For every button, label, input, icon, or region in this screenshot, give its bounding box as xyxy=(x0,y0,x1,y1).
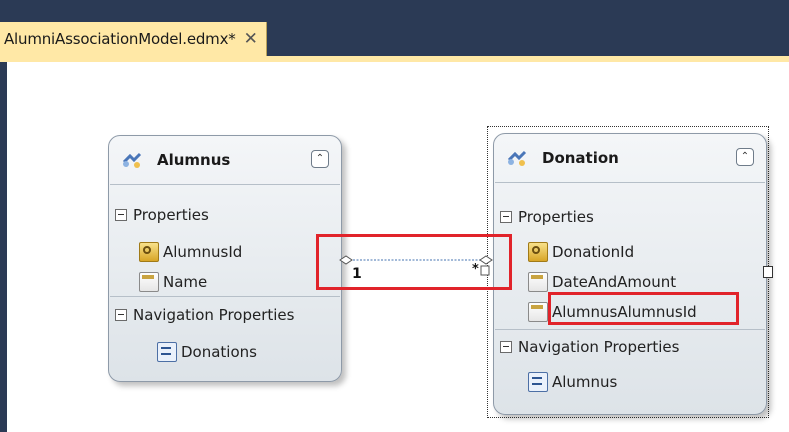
section-label: Properties xyxy=(133,206,209,224)
property-item[interactable]: AlumnusId xyxy=(139,240,242,264)
property-label: DateAndAmount xyxy=(552,273,677,291)
key-property-icon xyxy=(528,242,548,262)
properties-section[interactable]: Properties xyxy=(500,204,594,230)
property-item[interactable]: Name xyxy=(139,270,207,294)
section-label: Navigation Properties xyxy=(518,338,680,356)
navigation-property-item[interactable]: Donations xyxy=(157,340,257,364)
property-icon xyxy=(528,272,548,292)
property-label: AlumnusId xyxy=(163,243,243,261)
navigation-property-icon xyxy=(528,372,548,392)
collapse-section-icon[interactable] xyxy=(115,309,127,321)
navigation-properties-section[interactable]: Navigation Properties xyxy=(115,302,294,328)
document-tab[interactable]: AlumniAssociationModel.edmx* ✕ xyxy=(0,22,267,56)
entity-header: Alumnus ⌃ xyxy=(109,136,341,184)
navigation-property-icon xyxy=(157,342,177,362)
property-label: DonationId xyxy=(552,243,635,261)
highlight-association-box xyxy=(316,234,512,290)
navigation-property-label: Alumnus xyxy=(552,373,618,391)
resize-handle[interactable] xyxy=(763,266,773,278)
section-label: Properties xyxy=(518,208,594,226)
collapse-icon[interactable]: ⌃ xyxy=(736,148,754,166)
document-tab-title: AlumniAssociationModel.edmx* xyxy=(4,30,236,48)
entity-icon xyxy=(121,149,143,171)
entity-icon xyxy=(506,147,528,169)
properties-section[interactable]: Properties xyxy=(115,202,209,228)
highlight-foreign-key-box xyxy=(548,292,739,325)
property-label: Name xyxy=(163,273,208,291)
collapse-section-icon[interactable] xyxy=(500,211,512,223)
collapse-icon[interactable]: ⌃ xyxy=(311,150,329,168)
navigation-properties-section[interactable]: Navigation Properties xyxy=(500,334,679,360)
entity-header: Donation ⌃ xyxy=(494,134,766,182)
entity-title: Donation xyxy=(542,149,619,167)
section-label: Navigation Properties xyxy=(133,306,295,324)
property-icon xyxy=(139,272,159,292)
entity-donation[interactable]: Donation ⌃ Properties DonationId DateAnd… xyxy=(493,133,767,415)
property-item[interactable]: DonationId xyxy=(528,240,634,264)
entity-alumnus[interactable]: Alumnus ⌃ Properties AlumnusId Name Navi… xyxy=(108,135,342,382)
navigation-property-item[interactable]: Alumnus xyxy=(528,370,617,394)
close-icon[interactable]: ✕ xyxy=(244,30,258,48)
property-item[interactable]: DateAndAmount xyxy=(528,270,676,294)
key-property-icon xyxy=(139,242,159,262)
entity-title: Alumnus xyxy=(157,151,231,169)
collapse-section-icon[interactable] xyxy=(500,341,512,353)
navigation-property-label: Donations xyxy=(181,343,257,361)
collapse-section-icon[interactable] xyxy=(115,209,127,221)
property-icon xyxy=(528,302,548,322)
